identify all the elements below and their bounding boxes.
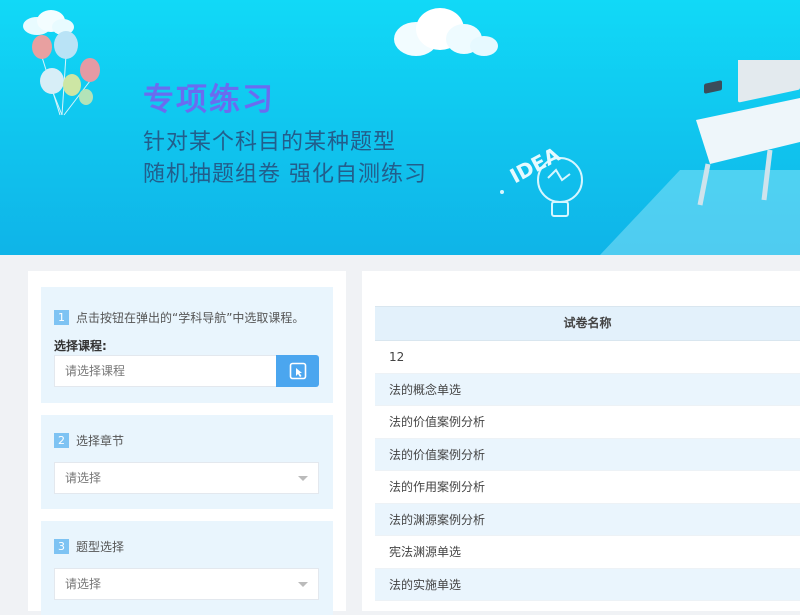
- step2-label: 选择章节: [76, 434, 125, 448]
- table-row[interactable]: 12: [375, 341, 800, 374]
- chevron-down-icon: [298, 582, 308, 587]
- table-row[interactable]: 法的渊源案例分析: [375, 503, 800, 536]
- step1-header: 1 点击按钮在弹出的“学科导航”中选取课程。: [54, 309, 304, 326]
- step1-instruction: 点击按钮在弹出的“学科导航”中选取课程。: [76, 311, 305, 325]
- paper-table: 试卷名称 12 法的概念单选 法的价值案例分析 法的价值案例分析 法的作用案例分…: [375, 306, 800, 601]
- table-row[interactable]: 法的实施单选: [375, 568, 800, 601]
- step3-header: 3 题型选择: [54, 538, 124, 555]
- cursor-select-icon: [289, 362, 306, 380]
- filter-panel: 1 点击按钮在弹出的“学科导航”中选取课程。 选择课程: 请选择课程 2 选择章…: [28, 271, 346, 615]
- paper-list-panel: 试卷名称 12 法的概念单选 法的价值案例分析 法的价值案例分析 法的作用案例分…: [362, 271, 800, 611]
- table-row[interactable]: 法的价值案例分析: [375, 438, 800, 471]
- course-input[interactable]: 请选择课程: [54, 355, 276, 387]
- step-select-chapter: 2 选择章节 请选择: [41, 415, 333, 509]
- table-row[interactable]: 法的作用案例分析: [375, 471, 800, 504]
- question-type-select-value: 请选择: [65, 577, 102, 591]
- step-select-course: 1 点击按钮在弹出的“学科导航”中选取课程。 选择课程: 请选择课程: [41, 287, 333, 403]
- chapter-select[interactable]: 请选择: [54, 462, 319, 494]
- question-type-select[interactable]: 请选择: [54, 568, 319, 600]
- chapter-select-value: 请选择: [65, 471, 102, 485]
- step-number-badge: 2: [54, 433, 69, 448]
- balloons-icon: [32, 31, 100, 116]
- svg-text:IDEA: IDEA: [506, 142, 565, 188]
- table-row[interactable]: 宪法渊源单选: [375, 536, 800, 569]
- table-row[interactable]: 法的概念单选: [375, 373, 800, 406]
- banner-subtitle-line2: 随机抽题组卷 强化自测练习: [143, 162, 427, 187]
- step-number-badge: 1: [54, 310, 69, 325]
- step-number-badge: 3: [54, 539, 69, 554]
- lightbulb-icon: IDEA: [500, 142, 583, 217]
- banner-subtitle-line1: 针对某个科目的某种题型: [143, 130, 397, 155]
- course-label: 选择课程:: [54, 339, 107, 353]
- table-row[interactable]: 法的价值案例分析: [375, 406, 800, 439]
- desk-illustration: [600, 60, 800, 255]
- step3-label: 题型选择: [76, 540, 125, 554]
- step-select-question-type: 3 题型选择 请选择: [41, 521, 333, 615]
- banner: 专项练习 针对某个科目的某种题型 随机抽题组卷 强化自测练习 IDEA: [0, 0, 800, 255]
- step2-header: 2 选择章节: [54, 432, 124, 449]
- banner-title: 专项练习: [143, 82, 275, 118]
- chevron-down-icon: [298, 476, 308, 481]
- cloud-icon: [394, 8, 498, 56]
- select-course-button[interactable]: [276, 355, 319, 387]
- table-header-paper-name: 试卷名称: [375, 306, 800, 341]
